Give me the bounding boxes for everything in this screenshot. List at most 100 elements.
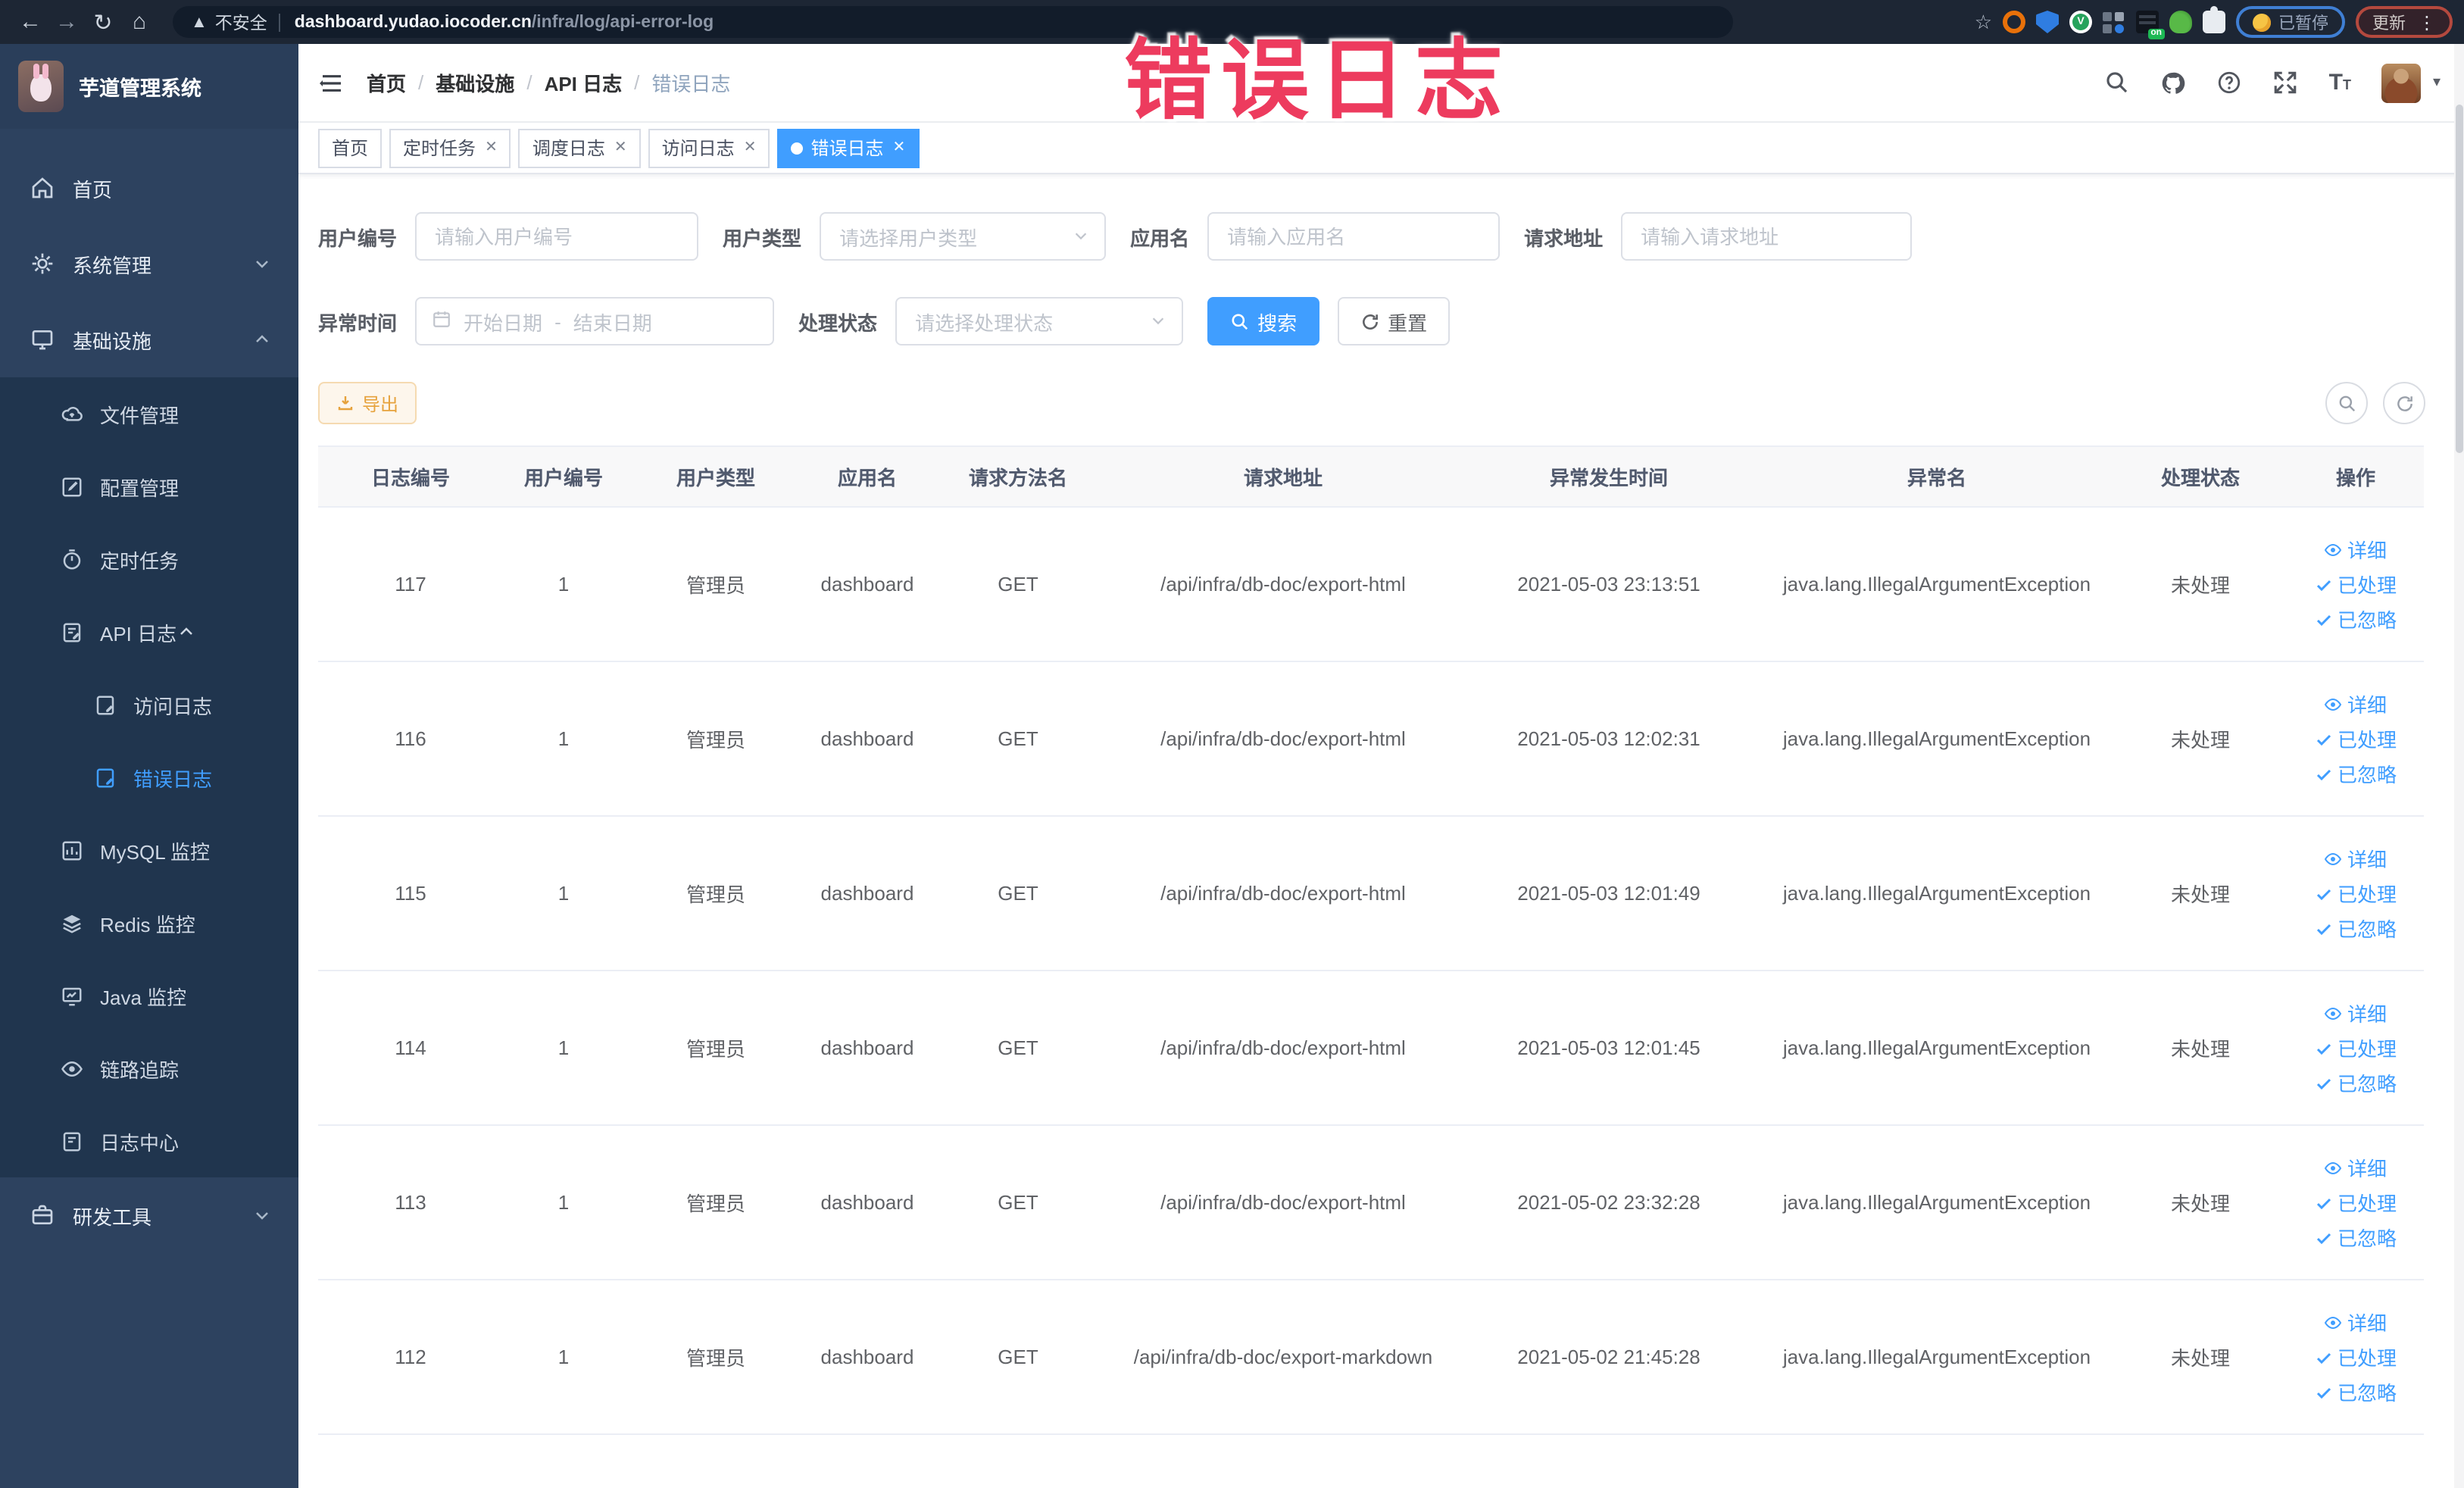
scrollbar-thumb[interactable] xyxy=(2456,105,2463,453)
help-icon[interactable] xyxy=(2217,70,2243,95)
detail-link[interactable]: 详细 xyxy=(2325,535,2387,564)
breadcrumb-item[interactable]: 首页 xyxy=(367,68,406,97)
extensions-puzzle-icon[interactable] xyxy=(2203,6,2225,33)
extension-plant-icon[interactable] xyxy=(2169,11,2192,33)
action-label: 详细 xyxy=(2347,849,2387,871)
cell-exception-time: 2021-05-03 12:02:31 xyxy=(1457,661,1760,817)
cell-method: GET xyxy=(927,816,1109,971)
user-menu[interactable]: ▾ xyxy=(2381,63,2441,102)
sidebar-item-file-management[interactable]: 文件管理 xyxy=(0,377,298,450)
reset-button[interactable]: 重置 xyxy=(1338,297,1451,345)
app-name-input[interactable] xyxy=(1207,212,1501,261)
github-icon[interactable] xyxy=(2161,70,2187,95)
extension-grid-icon[interactable] xyxy=(2103,11,2125,33)
search-icon xyxy=(1232,313,1248,330)
sidebar-item-mysql-monitor[interactable]: MySQL 监控 xyxy=(0,814,298,886)
mark-processed-link[interactable]: 已处理 xyxy=(2315,1033,2397,1062)
sidebar-item-redis-monitor[interactable]: Redis 监控 xyxy=(0,886,298,959)
tab-scheduled-jobs[interactable]: 定时任务 ✕ xyxy=(389,128,511,167)
close-icon[interactable]: ✕ xyxy=(485,139,498,156)
detail-link[interactable]: 详细 xyxy=(2325,844,2387,873)
action-label: 详细 xyxy=(2347,539,2387,562)
fullscreen-icon[interactable] xyxy=(2273,70,2299,95)
browser-back-icon[interactable]: ← xyxy=(12,5,48,39)
mark-ignored-link[interactable]: 已忽略 xyxy=(2315,914,2397,943)
mark-ignored-link[interactable]: 已忽略 xyxy=(2315,759,2397,788)
request-url-input[interactable] xyxy=(1621,212,1913,261)
user-type-select[interactable]: 请选择用户类型 xyxy=(820,212,1107,261)
cell-exception-time: 2021-05-03 23:13:51 xyxy=(1457,507,1760,662)
search-button[interactable]: 搜索 xyxy=(1207,297,1320,345)
browser-menu-icon[interactable]: ⋮ xyxy=(2418,11,2436,33)
browser-forward-icon[interactable]: → xyxy=(48,5,85,39)
sidebar-item-error-log[interactable]: 错误日志 xyxy=(0,741,298,814)
mark-processed-link[interactable]: 已处理 xyxy=(2315,724,2397,753)
exception-time-range-picker[interactable]: 开始日期 - 结束日期 xyxy=(415,297,775,345)
breadcrumb-item[interactable]: 基础设施 xyxy=(436,68,514,97)
detail-link[interactable]: 详细 xyxy=(2325,999,2387,1027)
cell-method: GET xyxy=(927,507,1109,662)
mark-ignored-link[interactable]: 已忽略 xyxy=(2315,1377,2397,1406)
mark-ignored-link[interactable]: 已忽略 xyxy=(2315,1223,2397,1252)
mark-processed-link[interactable]: 已处理 xyxy=(2315,879,2397,908)
tab-schedule-log[interactable]: 调度日志 ✕ xyxy=(518,128,641,167)
export-button[interactable]: 导出 xyxy=(318,382,417,424)
mark-processed-link[interactable]: 已处理 xyxy=(2315,1188,2397,1217)
mark-ignored-link[interactable]: 已忽略 xyxy=(2315,1068,2397,1097)
browser-reload-icon[interactable]: ↻ xyxy=(85,5,121,39)
bookmark-star-icon[interactable]: ☆ xyxy=(1975,10,1992,34)
user-id-input[interactable] xyxy=(415,212,699,261)
tab-error-log[interactable]: 错误日志 ✕ xyxy=(777,128,920,167)
mark-processed-link[interactable]: 已处理 xyxy=(2315,1343,2397,1371)
toggle-search-button[interactable] xyxy=(2325,382,2368,424)
cell-user-type: 管理员 xyxy=(624,1125,807,1280)
close-icon[interactable]: ✕ xyxy=(614,139,627,156)
select-placeholder: 请选择处理状态 xyxy=(915,311,1054,334)
sidebar-item-config-management[interactable]: 配置管理 xyxy=(0,450,298,523)
close-icon[interactable]: ✕ xyxy=(744,139,757,156)
sidebar-item-access-log[interactable]: 访问日志 xyxy=(0,668,298,741)
sidebar-collapse-icon[interactable] xyxy=(318,70,345,95)
browser-home-icon[interactable]: ⌂ xyxy=(121,5,158,39)
font-size-icon[interactable]: TT xyxy=(2329,71,2351,94)
refresh-icon xyxy=(1363,314,1379,329)
refresh-table-button[interactable] xyxy=(2383,382,2425,424)
action-label: 已处理 xyxy=(2337,883,2397,906)
sidebar-item-java-monitor[interactable]: Java 监控 xyxy=(0,959,298,1032)
profile-paused-badge[interactable]: 已暂停 xyxy=(2236,6,2345,38)
page-scrollbar[interactable] xyxy=(2454,44,2464,1488)
mark-ignored-link[interactable]: 已忽略 xyxy=(2315,605,2397,633)
sidebar-item-home[interactable]: 首页 xyxy=(0,150,298,226)
sidebar-item-scheduled-jobs[interactable]: 定时任务 xyxy=(0,523,298,596)
extension-shield-icon[interactable] xyxy=(2036,11,2059,33)
breadcrumb: 首页 / 基础设施 / API 日志 / 错误日志 xyxy=(367,68,730,97)
check-icon xyxy=(2315,610,2333,628)
search-icon[interactable] xyxy=(2105,70,2131,95)
detail-link[interactable]: 详细 xyxy=(2325,1153,2387,1182)
close-icon[interactable]: ✕ xyxy=(893,139,906,156)
avatar[interactable] xyxy=(2381,63,2421,102)
mark-processed-link[interactable]: 已处理 xyxy=(2315,570,2397,599)
sidebar-item-dev-tools[interactable]: 研发工具 xyxy=(0,1177,298,1253)
action-label: 详细 xyxy=(2347,694,2387,717)
sidebar-item-trace[interactable]: 链路追踪 xyxy=(0,1032,298,1105)
sidebar-item-system[interactable]: 系统管理 xyxy=(0,226,298,302)
chevron-up-icon xyxy=(176,623,195,641)
browser-update-button[interactable]: 更新 ⋮ xyxy=(2356,6,2453,38)
breadcrumb-item[interactable]: API 日志 xyxy=(545,68,623,97)
check-icon xyxy=(2315,764,2333,783)
detail-link[interactable]: 详细 xyxy=(2325,689,2387,718)
extension-on-toggle-icon[interactable]: on xyxy=(2136,11,2165,39)
tab-home[interactable]: 首页 xyxy=(318,128,383,167)
process-status-select[interactable]: 请选择处理状态 xyxy=(895,297,1184,345)
cell-exception-name: java.lang.IllegalArgumentException xyxy=(1760,816,2113,971)
cell-method: GET xyxy=(927,1280,1109,1435)
eye-icon xyxy=(61,1057,83,1080)
sidebar-item-log-center[interactable]: 日志中心 xyxy=(0,1105,298,1177)
extension-v-icon[interactable]: V xyxy=(2069,11,2092,33)
sidebar-item-infrastructure[interactable]: 基础设施 xyxy=(0,302,298,377)
tab-access-log[interactable]: 访问日志 ✕ xyxy=(648,128,770,167)
sidebar-item-api-log[interactable]: API 日志 xyxy=(0,596,298,668)
extension-orange-icon[interactable] xyxy=(2003,11,2025,33)
detail-link[interactable]: 详细 xyxy=(2325,1308,2387,1336)
